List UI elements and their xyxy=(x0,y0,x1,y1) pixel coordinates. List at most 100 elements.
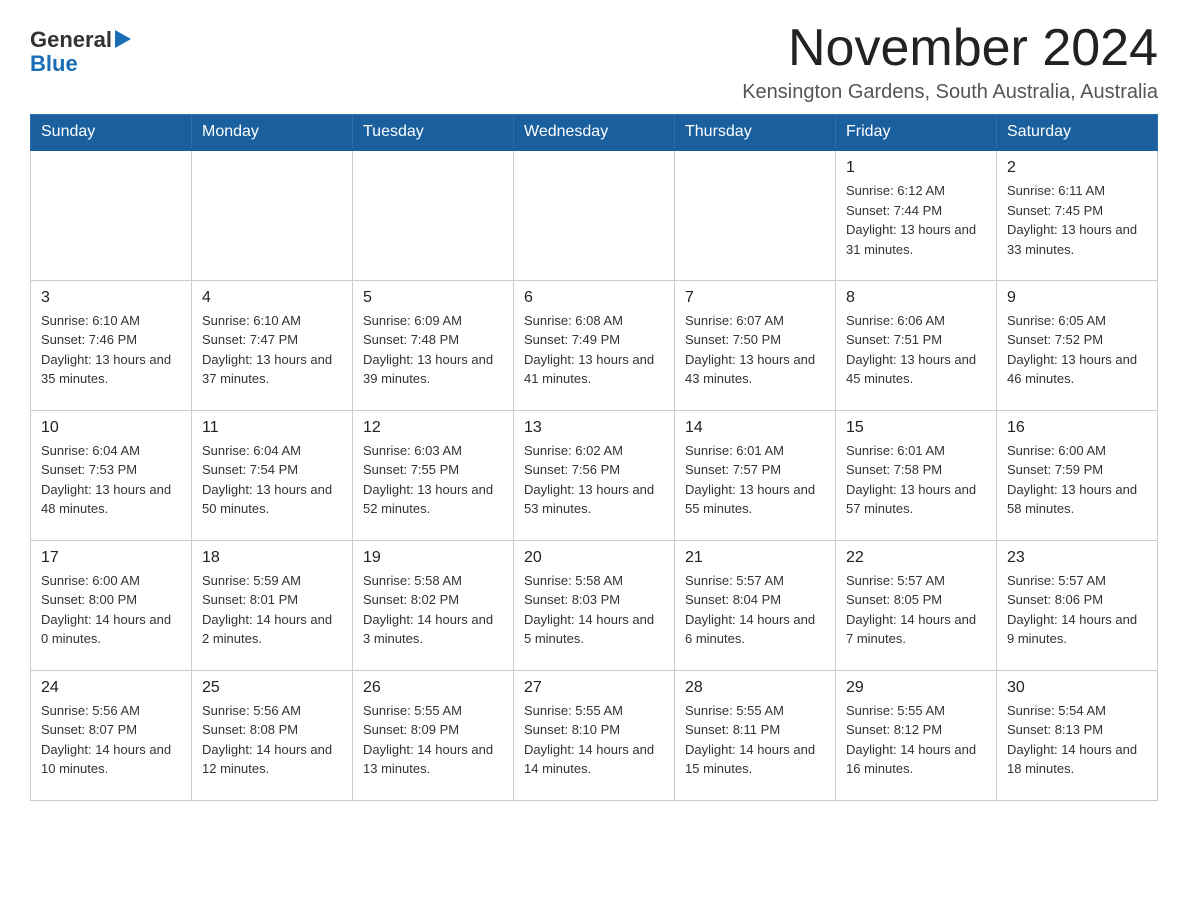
day-number: 30 xyxy=(1007,679,1147,697)
day-info: Sunrise: 5:54 AMSunset: 8:13 PMDaylight:… xyxy=(1007,701,1147,779)
day-number: 8 xyxy=(846,289,986,307)
day-info: Sunrise: 5:59 AMSunset: 8:01 PMDaylight:… xyxy=(202,571,342,649)
table-row: 17 Sunrise: 6:00 AMSunset: 8:00 PMDayligh… xyxy=(31,540,192,670)
day-number: 27 xyxy=(524,679,664,697)
day-info: Sunrise: 5:55 AMSunset: 8:12 PMDaylight:… xyxy=(846,701,986,779)
table-row: 10Sunrise: 6:04 AMSunset: 7:53 PMDayligh… xyxy=(31,410,192,540)
title-area: November 2024 Kensington Gardens, South … xyxy=(742,20,1158,104)
col-sunday: Sunday xyxy=(31,115,192,151)
calendar-week-2: 3 Sunrise: 6:10 AMSunset: 7:46 PMDaylight… xyxy=(31,280,1158,410)
day-number: 13 xyxy=(524,419,664,437)
day-info: Sunrise: 5:55 AMSunset: 8:10 PMDaylight:… xyxy=(524,701,664,779)
table-row: 5 Sunrise: 6:09 AMSunset: 7:48 PMDaylight… xyxy=(353,280,514,410)
page-header: General Blue November 2024 Kensington Ga… xyxy=(30,20,1158,104)
table-row: 28Sunrise: 5:55 AMSunset: 8:11 PMDayligh… xyxy=(675,670,836,800)
day-number: 18 xyxy=(202,549,342,567)
table-row: 9 Sunrise: 6:05 AMSunset: 7:52 PMDaylight… xyxy=(997,280,1158,410)
table-row: 6 Sunrise: 6:08 AMSunset: 7:49 PMDaylight… xyxy=(514,280,675,410)
day-info: Sunrise: 5:58 AMSunset: 8:02 PMDaylight:… xyxy=(363,571,503,649)
table-row: 23 Sunrise: 5:57 AMSunset: 8:06 PMDayligh… xyxy=(997,540,1158,670)
day-info: Sunrise: 6:08 AMSunset: 7:49 PMDaylight:… xyxy=(524,311,664,389)
month-title: November 2024 xyxy=(742,20,1158,77)
location-subtitle: Kensington Gardens, South Australia, Aus… xyxy=(742,81,1158,104)
day-number: 1 xyxy=(846,159,986,177)
day-info: Sunrise: 6:01 AMSunset: 7:57 PMDaylight:… xyxy=(685,441,825,519)
col-friday: Friday xyxy=(836,115,997,151)
table-row: 24 Sunrise: 5:56 AMSunset: 8:07 PMDayligh… xyxy=(31,670,192,800)
day-number: 14 xyxy=(685,419,825,437)
table-row: 25 Sunrise: 5:56 AMSunset: 8:08 PMDayligh… xyxy=(192,670,353,800)
day-info: Sunrise: 5:55 AMSunset: 8:11 PMDaylight:… xyxy=(685,701,825,779)
day-info: Sunrise: 6:10 AMSunset: 7:46 PMDaylight:… xyxy=(41,311,181,389)
day-info: Sunrise: 5:55 AMSunset: 8:09 PMDaylight:… xyxy=(363,701,503,779)
day-info: Sunrise: 6:10 AMSunset: 7:47 PMDaylight:… xyxy=(202,311,342,389)
day-number: 15 xyxy=(846,419,986,437)
table-row xyxy=(31,150,192,280)
day-number: 5 xyxy=(363,289,503,307)
table-row: 8 Sunrise: 6:06 AMSunset: 7:51 PMDaylight… xyxy=(836,280,997,410)
day-number: 23 xyxy=(1007,549,1147,567)
day-number: 17 xyxy=(41,549,181,567)
table-row: 4 Sunrise: 6:10 AMSunset: 7:47 PMDaylight… xyxy=(192,280,353,410)
day-info: Sunrise: 5:57 AMSunset: 8:04 PMDaylight:… xyxy=(685,571,825,649)
day-number: 21 xyxy=(685,549,825,567)
table-row: 27 Sunrise: 5:55 AMSunset: 8:10 PMDayligh… xyxy=(514,670,675,800)
calendar-week-3: 10Sunrise: 6:04 AMSunset: 7:53 PMDayligh… xyxy=(31,410,1158,540)
day-number: 26 xyxy=(363,679,503,697)
day-info: Sunrise: 6:06 AMSunset: 7:51 PMDaylight:… xyxy=(846,311,986,389)
table-row xyxy=(675,150,836,280)
day-number: 9 xyxy=(1007,289,1147,307)
day-number: 25 xyxy=(202,679,342,697)
col-wednesday: Wednesday xyxy=(514,115,675,151)
table-row: 12Sunrise: 6:03 AMSunset: 7:55 PMDayligh… xyxy=(353,410,514,540)
table-row: 2 Sunrise: 6:11 AMSunset: 7:45 PMDaylight… xyxy=(997,150,1158,280)
table-row xyxy=(192,150,353,280)
day-number: 11 xyxy=(202,419,342,437)
day-info: Sunrise: 5:56 AMSunset: 8:07 PMDaylight:… xyxy=(41,701,181,779)
col-tuesday: Tuesday xyxy=(353,115,514,151)
calendar-week-5: 24 Sunrise: 5:56 AMSunset: 8:07 PMDayligh… xyxy=(31,670,1158,800)
calendar-header-row: Sunday Monday Tuesday Wednesday Thursday… xyxy=(31,115,1158,151)
table-row: 19 Sunrise: 5:58 AMSunset: 8:02 PMDayligh… xyxy=(353,540,514,670)
day-number: 7 xyxy=(685,289,825,307)
table-row: 18 Sunrise: 5:59 AMSunset: 8:01 PMDayligh… xyxy=(192,540,353,670)
day-info: Sunrise: 6:07 AMSunset: 7:50 PMDaylight:… xyxy=(685,311,825,389)
table-row: 14 Sunrise: 6:01 AMSunset: 7:57 PMDayligh… xyxy=(675,410,836,540)
day-info: Sunrise: 6:11 AMSunset: 7:45 PMDaylight:… xyxy=(1007,181,1147,259)
calendar-week-1: 1 Sunrise: 6:12 AMSunset: 7:44 PMDaylight… xyxy=(31,150,1158,280)
logo-blue-text: Blue xyxy=(30,52,131,76)
day-info: Sunrise: 6:12 AMSunset: 7:44 PMDaylight:… xyxy=(846,181,986,259)
day-info: Sunrise: 6:05 AMSunset: 7:52 PMDaylight:… xyxy=(1007,311,1147,389)
day-number: 6 xyxy=(524,289,664,307)
day-number: 16 xyxy=(1007,419,1147,437)
day-number: 19 xyxy=(363,549,503,567)
table-row: 21 Sunrise: 5:57 AMSunset: 8:04 PMDayligh… xyxy=(675,540,836,670)
calendar-week-4: 17 Sunrise: 6:00 AMSunset: 8:00 PMDayligh… xyxy=(31,540,1158,670)
day-info: Sunrise: 6:09 AMSunset: 7:48 PMDaylight:… xyxy=(363,311,503,389)
day-number: 20 xyxy=(524,549,664,567)
table-row: 3 Sunrise: 6:10 AMSunset: 7:46 PMDaylight… xyxy=(31,280,192,410)
day-info: Sunrise: 5:56 AMSunset: 8:08 PMDaylight:… xyxy=(202,701,342,779)
table-row xyxy=(353,150,514,280)
day-number: 4 xyxy=(202,289,342,307)
day-number: 2 xyxy=(1007,159,1147,177)
table-row: 1 Sunrise: 6:12 AMSunset: 7:44 PMDaylight… xyxy=(836,150,997,280)
calendar-table: Sunday Monday Tuesday Wednesday Thursday… xyxy=(30,114,1158,801)
logo-general-text: General xyxy=(30,28,112,52)
table-row: 15Sunrise: 6:01 AMSunset: 7:58 PMDayligh… xyxy=(836,410,997,540)
table-row: 26 Sunrise: 5:55 AMSunset: 8:09 PMDayligh… xyxy=(353,670,514,800)
day-number: 22 xyxy=(846,549,986,567)
table-row: 11Sunrise: 6:04 AMSunset: 7:54 PMDayligh… xyxy=(192,410,353,540)
col-saturday: Saturday xyxy=(997,115,1158,151)
day-info: Sunrise: 6:00 AMSunset: 8:00 PMDaylight:… xyxy=(41,571,181,649)
day-number: 29 xyxy=(846,679,986,697)
table-row xyxy=(514,150,675,280)
logo: General Blue xyxy=(30,28,131,76)
table-row: 22Sunrise: 5:57 AMSunset: 8:05 PMDayligh… xyxy=(836,540,997,670)
day-info: Sunrise: 6:02 AMSunset: 7:56 PMDaylight:… xyxy=(524,441,664,519)
day-number: 24 xyxy=(41,679,181,697)
day-info: Sunrise: 5:57 AMSunset: 8:06 PMDaylight:… xyxy=(1007,571,1147,649)
day-number: 10 xyxy=(41,419,181,437)
day-info: Sunrise: 6:00 AMSunset: 7:59 PMDaylight:… xyxy=(1007,441,1147,519)
day-number: 3 xyxy=(41,289,181,307)
